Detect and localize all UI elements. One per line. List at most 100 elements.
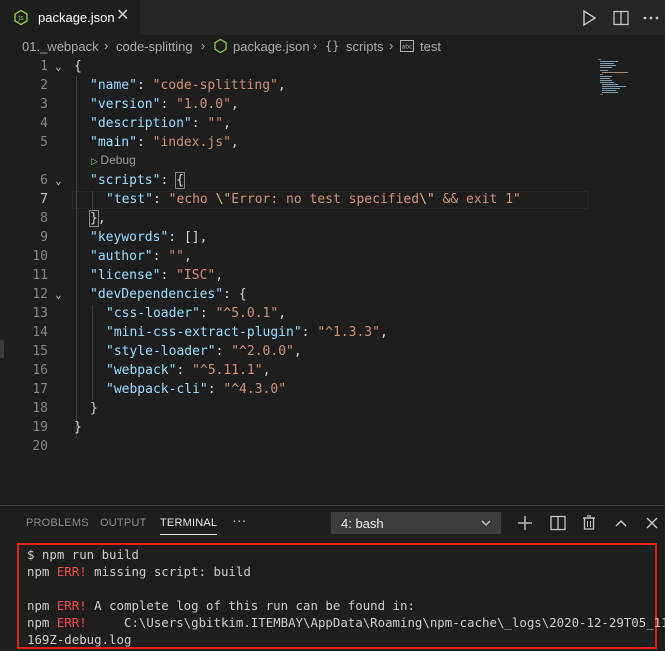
chevron-down-icon[interactable]: ⌄: [55, 60, 62, 73]
tab-problems[interactable]: PROBLEMS: [26, 517, 89, 529]
line-number: 16: [32, 363, 48, 378]
minimap[interactable]: [598, 59, 628, 99]
line-number: 19: [32, 420, 48, 435]
json-key: "main": [90, 135, 137, 150]
code-line-active: "test": "echo \"Error: no test specified…: [106, 192, 521, 207]
close-icon[interactable]: ✕: [116, 8, 129, 24]
terminal-select[interactable]: 4: bash: [331, 512, 501, 534]
line-number: 2: [40, 78, 48, 93]
code-line: "name": "code-splitting",: [90, 78, 286, 93]
json-key: "keywords": [90, 230, 169, 245]
indent-guide: [92, 305, 93, 400]
code-line: "scripts": {: [90, 172, 185, 189]
chevron-down-icon[interactable]: ⌄: [55, 288, 62, 301]
line-number: 11: [32, 268, 48, 283]
tab-output[interactable]: OUTPUT: [100, 517, 146, 529]
json-value: "code-splitting": [152, 78, 278, 93]
breadcrumb-item-code-splitting[interactable]: code-splitting: [116, 39, 193, 54]
json-value: "index.js": [152, 135, 231, 150]
breadcrumb-item-test[interactable]: test: [420, 39, 441, 54]
svg-text:js: js: [17, 14, 24, 22]
json-value: "ISC": [176, 268, 216, 283]
json-key: "license": [90, 268, 161, 283]
line-number: 6: [40, 173, 48, 188]
json-key: "name": [90, 78, 137, 93]
json-key: "mini-css-extract-plugin": [106, 325, 302, 340]
nodejs-icon: [214, 39, 227, 53]
line-number: 13: [32, 306, 48, 321]
add-terminal-icon[interactable]: [516, 514, 534, 532]
json-value: "": [207, 116, 224, 131]
breadcrumb-item-package-json[interactable]: package.json: [233, 39, 310, 54]
split-terminal-icon[interactable]: [549, 514, 567, 532]
line-number: 14: [32, 325, 48, 340]
terminal-line: npm ERR! missing script: build: [27, 564, 251, 579]
json-key: "author": [90, 249, 153, 264]
editor-tab-package-json[interactable]: js package.json ✕: [0, 0, 140, 35]
terminal-line: $ npm run build: [27, 547, 139, 562]
more-icon[interactable]: [642, 9, 660, 27]
line-number: 9: [40, 230, 48, 245]
terminal-select-value: 4: bash: [341, 516, 384, 531]
svg-text:abc: abc: [402, 44, 413, 51]
json-key: "scripts": [90, 173, 161, 188]
debug-codelens[interactable]: ▷ Debug: [91, 153, 136, 167]
terminal-line: npm ERR! A complete log of this run can …: [27, 598, 415, 613]
json-key: "description": [90, 116, 192, 131]
line-number: 10: [32, 249, 48, 264]
json-value: "": [168, 249, 184, 264]
more-icon[interactable]: ···: [232, 512, 247, 528]
chevron-down-icon[interactable]: ⌄: [55, 174, 62, 187]
nodejs-icon: js: [14, 10, 28, 25]
code-line: },: [89, 210, 106, 227]
breadcrumb-separator: ›: [313, 38, 318, 53]
bottom-panel: PROBLEMS OUTPUT TERMINAL ··· 4: bash $ n…: [0, 505, 665, 651]
line-number: 15: [32, 344, 48, 359]
split-editor-icon[interactable]: [612, 9, 630, 27]
breadcrumb-item-webpack[interactable]: 01._webpack: [22, 39, 99, 54]
code-line: }: [74, 420, 82, 435]
line-number: 1: [40, 59, 48, 74]
braces-icon: {}: [325, 39, 340, 53]
json-key: "devDependencies": [90, 287, 224, 302]
error-label: ERR!: [56, 598, 87, 613]
code-editor[interactable]: 1 2 3 4 5 6 7 8 9 10 11 12 13 14 15 16 1…: [0, 57, 665, 505]
json-value: "^5.11.1": [192, 363, 263, 378]
line-number: 3: [40, 97, 48, 112]
json-value: "^5.0.1": [215, 306, 279, 321]
json-value: []: [183, 230, 200, 245]
string-symbol-icon: abc: [400, 40, 414, 52]
code-line: "main": "index.js",: [90, 135, 239, 150]
bracket-match: }: [89, 210, 99, 227]
code-line: "webpack": "^5.11.1",: [106, 363, 271, 378]
tab-terminal[interactable]: TERMINAL: [160, 517, 218, 535]
line-number: 4: [40, 116, 48, 131]
json-key: "style-loader": [106, 344, 216, 359]
indent-guide: [76, 76, 77, 438]
json-key: "version": [90, 97, 161, 112]
breadcrumb-item-scripts[interactable]: scripts: [346, 39, 384, 54]
code-line: "author": "",: [90, 249, 192, 264]
line-number: 18: [32, 401, 48, 416]
play-icon[interactable]: [580, 9, 598, 27]
indent-guide: [92, 191, 93, 210]
line-number-active: 7: [40, 192, 48, 207]
code-line: "devDependencies": {: [90, 287, 247, 302]
terminal-output[interactable]: $ npm run build npm ERR! missing script:…: [17, 543, 665, 649]
maximize-panel-icon[interactable]: [612, 514, 630, 532]
code-line: "style-loader": "^2.0.0",: [106, 344, 302, 359]
editor-tab-bar: js package.json ✕: [0, 0, 665, 35]
trash-icon[interactable]: [580, 514, 598, 532]
json-key: "css-loader": [106, 306, 200, 321]
code-line: "webpack-cli": "^4.3.0": [106, 382, 287, 397]
code-line: {: [74, 59, 82, 74]
code-line: "version": "1.0.0",: [90, 97, 239, 112]
code-line: "keywords": [],: [90, 230, 208, 245]
chevron-down-icon: [481, 520, 491, 526]
terminal-line: 169Z-debug.log: [27, 632, 132, 647]
line-number: 12: [32, 287, 48, 302]
json-key: "webpack": [106, 363, 177, 378]
close-panel-icon[interactable]: [643, 514, 661, 532]
line-number: 17: [32, 382, 48, 397]
breadcrumb-separator: ›: [201, 38, 206, 53]
